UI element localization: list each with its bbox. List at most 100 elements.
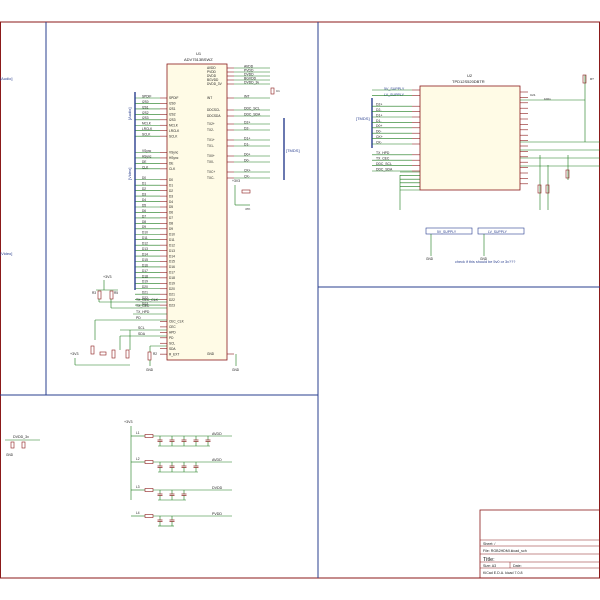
u2-cap-lv-label: LV_SUPPLY <box>488 230 508 234</box>
svg-text:C21: C21 <box>530 93 536 97</box>
u1-pin-name: VSync <box>169 151 179 155</box>
u1-pin-name: HPD <box>169 331 176 335</box>
u1-pin-name: MCLK <box>169 123 179 127</box>
u1-net-label: D21 <box>142 291 148 295</box>
u1-net-label: D16 <box>142 263 148 267</box>
u1-net-label: DE <box>142 160 146 164</box>
u1-pin-name: D3 <box>169 194 173 198</box>
u2-cap-5v-label: 5V_SUPPLY <box>437 230 457 234</box>
u1-net-label: D11 <box>142 236 148 240</box>
u1-gnd-1: GND <box>146 368 154 372</box>
svg-text:R5: R5 <box>114 291 118 295</box>
u2-net-label: D2- <box>376 108 381 112</box>
u2-net-label: CK+ <box>376 135 383 139</box>
u1-pin-name: CLK <box>169 167 176 171</box>
u2-supply-5v: 5V_SUPPLY <box>384 87 405 91</box>
left-bus-video: [Video] <box>0 251 12 256</box>
inductor-3 <box>144 488 154 492</box>
left-bus-audio: [Audio] <box>0 76 12 81</box>
u1-net-hpd: TX_HPD <box>136 310 150 314</box>
u1-pin-name: D4 <box>169 200 173 204</box>
u1-pin-name: LRCLK <box>169 129 180 133</box>
u1-net-label: D15 <box>142 258 148 262</box>
u1-pin-name: D22 <box>169 298 175 302</box>
u2-net-label: D0+ <box>376 124 382 128</box>
svg-text:R?: R? <box>590 77 594 81</box>
u1-pin-name: D15 <box>169 260 175 264</box>
u1-pin-name: D9 <box>169 227 173 231</box>
u1-pin-name: D23 <box>169 303 175 307</box>
u1-pin-name: SDA <box>169 347 176 351</box>
u1-net-label: D20 <box>142 285 148 289</box>
u1-net-label: D13 <box>142 247 148 251</box>
u2-body <box>419 85 521 191</box>
u1-rnet-label: D0- <box>244 158 249 162</box>
u1-pin-name: I2S2 <box>169 113 176 117</box>
u2-supply-lv: LV_SUPPLY <box>384 93 405 97</box>
u1-net-pd: PD <box>136 316 141 320</box>
u1-right-vcc: +3V3 <box>232 179 240 183</box>
u1-pin-name: D12 <box>169 243 175 247</box>
u1-rnet-label: D1- <box>244 142 249 146</box>
u1-rnet-label: DDC_SDA <box>244 112 261 116</box>
tb-sheet: Sheet: / <box>483 542 495 546</box>
u1-net-label: D17 <box>142 269 148 273</box>
u1-net-cec-clk: TX_CEC_CLK <box>136 298 159 302</box>
u1-pin-name: D13 <box>169 249 175 253</box>
u1-net-label: I2S0 <box>142 100 149 104</box>
u2-part: TPD12S520DBTR <box>452 79 485 84</box>
u1-net-label: D3 <box>142 193 146 197</box>
inductor-label: L1 <box>136 431 140 435</box>
inductor-1 <box>144 434 154 438</box>
u1-pin-name: R_EXT <box>169 352 179 356</box>
u1-pin-name: D21 <box>169 292 175 296</box>
u1-net-label: SCLK <box>142 133 151 137</box>
u1-net-label: MCLK <box>142 122 152 126</box>
u1-net-label: D12 <box>142 242 148 246</box>
u1-pin-name: D5 <box>169 205 173 209</box>
tb-size: Size: A3 <box>483 564 496 568</box>
u2-right-parts: R? C21 100n <box>530 74 594 194</box>
u1-pin-name: D20 <box>169 287 175 291</box>
u1-rpin-name: DVDD_3V <box>207 82 223 86</box>
u2-net-label: D1+ <box>376 113 382 117</box>
u1-bus-audio: [Audio] <box>127 108 132 120</box>
u1-net-label: D7 <box>142 214 146 218</box>
u1-pin-name: D2 <box>169 189 173 193</box>
inductor-label: L2 <box>136 457 140 461</box>
u1-pin-name: DE <box>169 162 173 166</box>
u1-pin-name: D11 <box>169 238 175 242</box>
u1-r3 <box>97 290 102 300</box>
u1-rnet-label: CK+ <box>244 168 251 172</box>
rail-label: DVDD <box>212 486 223 490</box>
inductor-2 <box>144 460 154 464</box>
u1-vcc-label: +3V3 <box>103 275 112 279</box>
u1-bus-video: [Video] <box>127 168 132 180</box>
u1-net-label: D4 <box>142 198 146 202</box>
u2-symbol: U2 TPD12S520DBTR <box>412 73 528 191</box>
svg-text:47K: 47K <box>245 207 250 211</box>
u1-pin-name: HSync <box>169 156 179 160</box>
u1-pin-name: D8 <box>169 222 173 226</box>
u1-pin-name: D17 <box>169 271 175 275</box>
u1-pin-name: D6 <box>169 211 173 215</box>
u1-rpin-name: DDCSCL <box>207 108 220 112</box>
u1-net-label: D19 <box>142 280 148 284</box>
u1-net-scl: SCL <box>138 326 145 330</box>
u1-bus-tmds: [TMDS] <box>286 148 300 153</box>
power-rail-row: L3 DVDD <box>131 485 232 501</box>
u1-rnet-label: CK- <box>244 174 250 178</box>
u1-rpin-name: TXC- <box>207 176 214 180</box>
u1-net-label: D1 <box>142 182 146 186</box>
u1-rnet-label: INT <box>244 94 249 98</box>
u1-pin-name: I2S0 <box>169 102 176 106</box>
u1-net-label: I2S3 <box>142 116 149 120</box>
u1-gnd-2: GND <box>232 368 240 372</box>
inductor-label: L3 <box>136 485 140 489</box>
title-block: Sheet: / File: RGB2HDMI.kicad_sch Title:… <box>479 509 600 579</box>
u1-net-label: D14 <box>142 252 148 256</box>
rail-label: AVDD <box>212 458 222 462</box>
u1-pin-name: D19 <box>169 282 175 286</box>
svg-text:100n: 100n <box>544 97 551 101</box>
u1-pin-name: D14 <box>169 254 175 258</box>
